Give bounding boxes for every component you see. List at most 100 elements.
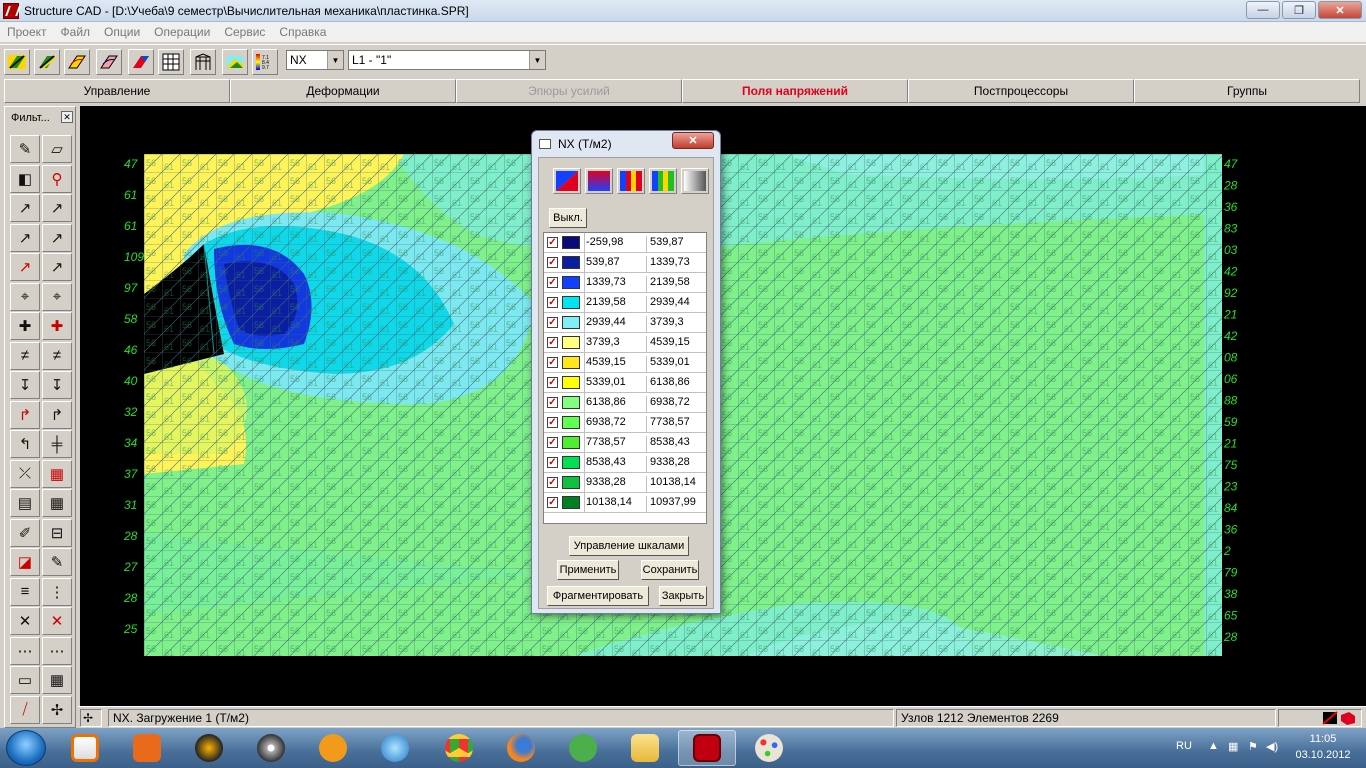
legend-color-swatch[interactable]: [562, 256, 580, 269]
legend-checkbox[interactable]: ✓: [547, 317, 558, 328]
dialog-close-push-button[interactable]: Закрыть: [659, 586, 707, 606]
dialog-close-button[interactable]: ✕: [672, 132, 714, 149]
legend-row[interactable]: ✓ 7738,57 8538,43: [544, 433, 706, 453]
start-button[interactable]: [6, 730, 46, 766]
legend-color-swatch[interactable]: [562, 236, 580, 249]
clock-time[interactable]: 11:05: [1298, 733, 1348, 745]
filter-tool-button[interactable]: ▤: [10, 489, 40, 517]
toolbar-isofield2-button[interactable]: [96, 49, 122, 75]
legend-row[interactable]: ✓ 3739,3 4539,15: [544, 333, 706, 353]
taskbar-chrome[interactable]: [430, 730, 488, 766]
model-canvas[interactable]: 56 61: [80, 106, 1366, 706]
toolbar-deform2-button[interactable]: [34, 49, 60, 75]
legend-row[interactable]: ✓ -259,98 539,87: [544, 233, 706, 253]
filter-tool-button[interactable]: ↱: [10, 400, 40, 429]
filter-tool-button[interactable]: ↗: [10, 223, 40, 252]
filter-tool-button[interactable]: ✕: [42, 607, 72, 635]
clock-date[interactable]: 03.10.2012: [1292, 749, 1354, 761]
filter-tool-button[interactable]: ▦: [42, 459, 72, 488]
legend-row[interactable]: ✓ 10138,14 10937,99: [544, 493, 706, 513]
tab-deformations[interactable]: Деформации: [230, 79, 456, 103]
legend-checkbox[interactable]: ✓: [547, 357, 558, 368]
filter-tool-button[interactable]: ⌖: [42, 282, 72, 311]
filter-tool-button[interactable]: ↗: [10, 253, 40, 281]
language-indicator[interactable]: RU: [1176, 740, 1192, 752]
filter-tool-button[interactable]: ⋯: [42, 636, 72, 665]
filter-tool-button[interactable]: ⌖: [10, 282, 40, 311]
filter-tool-button[interactable]: ↰: [10, 430, 40, 458]
filter-tool-button[interactable]: ╪: [42, 430, 72, 458]
scale-manager-button[interactable]: Управление шкалами: [569, 536, 689, 556]
menu-project[interactable]: Проект: [0, 25, 54, 39]
legend-row[interactable]: ✓ 6938,72 7738,57: [544, 413, 706, 433]
menu-service[interactable]: Сервис: [217, 25, 272, 39]
legend-color-swatch[interactable]: [562, 336, 580, 349]
legend-row[interactable]: ✓ 539,87 1339,73: [544, 253, 706, 273]
menu-help[interactable]: Справка: [272, 25, 333, 39]
legend-checkbox[interactable]: ✓: [547, 437, 558, 448]
tab-postprocessors[interactable]: Постпроцессоры: [908, 79, 1134, 103]
menu-file[interactable]: Файл: [54, 25, 98, 39]
filter-tool-button[interactable]: ✚: [42, 312, 72, 340]
filter-tool-button[interactable]: ↧: [10, 371, 40, 399]
filter-tool-button[interactable]: ≠: [10, 341, 40, 370]
legend-checkbox[interactable]: ✓: [547, 257, 558, 268]
toolbar-frame-button[interactable]: [190, 49, 216, 75]
filter-tool-button[interactable]: ✢: [42, 695, 72, 724]
taskbar-qip[interactable]: [304, 730, 362, 766]
scale-blue-red-button[interactable]: [553, 168, 581, 194]
menu-operations[interactable]: Операции: [147, 25, 217, 39]
legend-color-swatch[interactable]: [562, 276, 580, 289]
tab-stress-fields[interactable]: Поля напряжений: [682, 79, 908, 103]
taskbar-paint[interactable]: [740, 730, 798, 766]
legend-color-swatch[interactable]: [562, 416, 580, 429]
off-button[interactable]: Выкл.: [549, 208, 587, 228]
legend-checkbox[interactable]: ✓: [547, 457, 558, 468]
filter-tool-button[interactable]: ◧: [10, 164, 40, 193]
status-pin-icon[interactable]: ✢: [80, 709, 102, 727]
legend-color-swatch[interactable]: [562, 356, 580, 369]
legend-row[interactable]: ✓ 1339,73 2139,58: [544, 273, 706, 293]
save-button[interactable]: Сохранить: [641, 560, 699, 580]
filter-panel-close-icon[interactable]: ✕: [61, 111, 73, 123]
legend-checkbox[interactable]: ✓: [547, 297, 558, 308]
legend-row[interactable]: ✓ 6138,86 6938,72: [544, 393, 706, 413]
legend-color-swatch[interactable]: [562, 296, 580, 309]
legend-color-swatch[interactable]: [562, 436, 580, 449]
taskbar-app-k[interactable]: [366, 730, 424, 766]
taskbar-utorrent[interactable]: [554, 730, 612, 766]
filter-tool-button[interactable]: ▭: [10, 666, 40, 694]
tray-network-icon[interactable]: ▦: [1228, 740, 1238, 753]
filter-tool-button[interactable]: ⋯: [10, 636, 40, 665]
filter-tool-button[interactable]: ⤫: [10, 459, 40, 488]
filter-tool-button[interactable]: ▱: [42, 135, 72, 163]
filter-tool-button[interactable]: ✎: [42, 548, 72, 576]
filter-tool-button[interactable]: ↧: [42, 371, 72, 399]
scale-rainbow-button[interactable]: [649, 168, 677, 194]
menu-options[interactable]: Опции: [97, 25, 147, 39]
filter-tool-button[interactable]: ⊟: [42, 518, 72, 547]
legend-checkbox[interactable]: ✓: [547, 397, 558, 408]
taskbar-explorer[interactable]: [616, 730, 674, 766]
legend-checkbox[interactable]: ✓: [547, 417, 558, 428]
filter-tool-button[interactable]: ✎: [10, 135, 40, 163]
color-legend-list[interactable]: ✓ -259,98 539,87 ✓ 539,87 1339,73 ✓ 1339,73 2139…: [543, 232, 707, 524]
factor-select[interactable]: NX ▼: [286, 50, 344, 70]
legend-row[interactable]: ✓ 4539,15 5339,01: [544, 353, 706, 373]
close-button[interactable]: ✕: [1318, 1, 1362, 19]
taskbar-structure-cad[interactable]: [678, 730, 736, 766]
filter-tool-button[interactable]: ▦: [42, 489, 72, 517]
taskbar-media-player[interactable]: [56, 730, 114, 766]
tray-arrow-icon[interactable]: ▲: [1208, 740, 1219, 752]
scale-gradient-button[interactable]: [585, 168, 613, 194]
taskbar-aimp[interactable]: [180, 730, 238, 766]
filter-tool-button[interactable]: ↗: [42, 194, 72, 222]
toolbar-map-button[interactable]: [222, 49, 248, 75]
toolbar-grid-button[interactable]: [158, 49, 184, 75]
legend-color-swatch[interactable]: [562, 476, 580, 489]
legend-checkbox[interactable]: ✓: [547, 337, 558, 348]
filter-tool-button[interactable]: ✕: [10, 607, 40, 635]
legend-checkbox[interactable]: ✓: [547, 497, 558, 508]
legend-row[interactable]: ✓ 9338,28 10138,14: [544, 473, 706, 493]
toolbar-values-button[interactable]: 7.1 8.4 9.7: [252, 49, 278, 75]
